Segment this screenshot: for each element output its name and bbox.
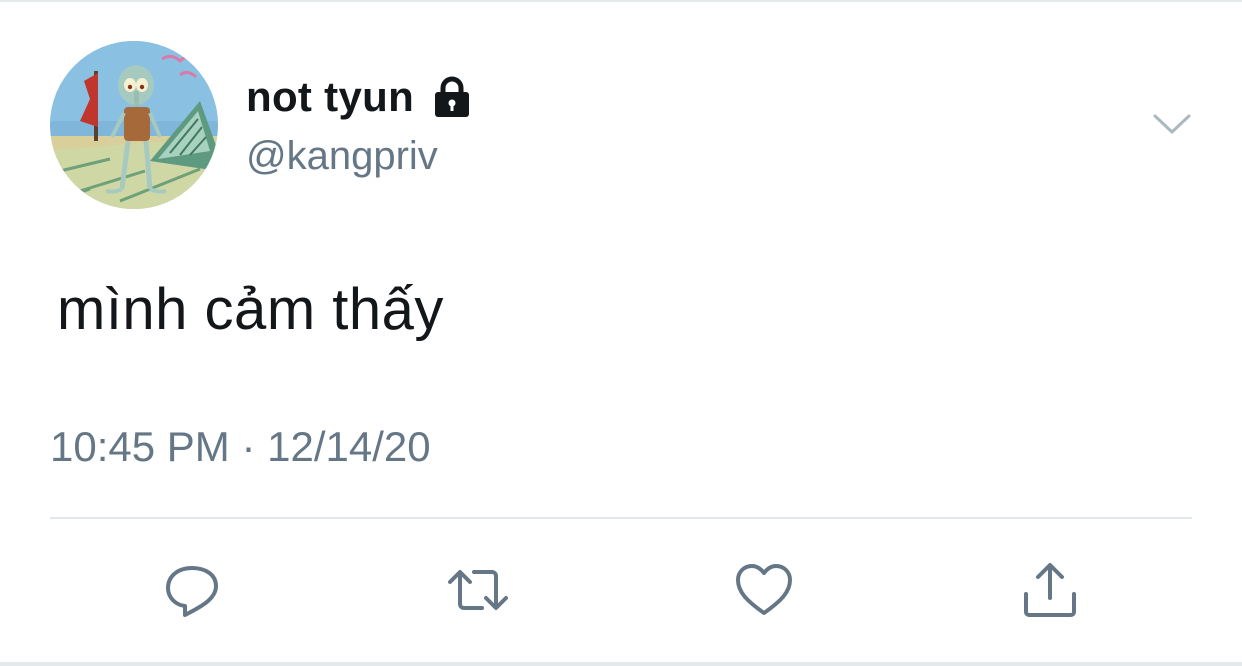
tweet-text: mình cảm thấy: [57, 277, 444, 342]
lock-icon: [430, 75, 474, 119]
top-border: [0, 0, 1242, 2]
share-icon: [1024, 563, 1076, 617]
display-name[interactable]: not tyun: [246, 73, 414, 121]
avatar-image: [50, 41, 218, 209]
divider: [50, 517, 1192, 519]
bottom-border: [0, 662, 1242, 666]
avatar[interactable]: [50, 41, 218, 209]
retweet-icon: [448, 570, 508, 610]
chevron-down-icon[interactable]: [1150, 106, 1194, 142]
retweet-button[interactable]: [446, 558, 510, 622]
heart-icon: [736, 564, 792, 615]
reply-icon: [166, 566, 218, 617]
user-handle[interactable]: @kangpriv: [246, 134, 438, 179]
user-display-name-row[interactable]: not tyun: [246, 72, 474, 122]
tweet-timestamp[interactable]: 10:45 PM · 12/14/20: [50, 423, 431, 471]
like-button[interactable]: [732, 558, 796, 622]
share-button[interactable]: [1018, 558, 1082, 622]
reply-button[interactable]: [160, 558, 224, 622]
